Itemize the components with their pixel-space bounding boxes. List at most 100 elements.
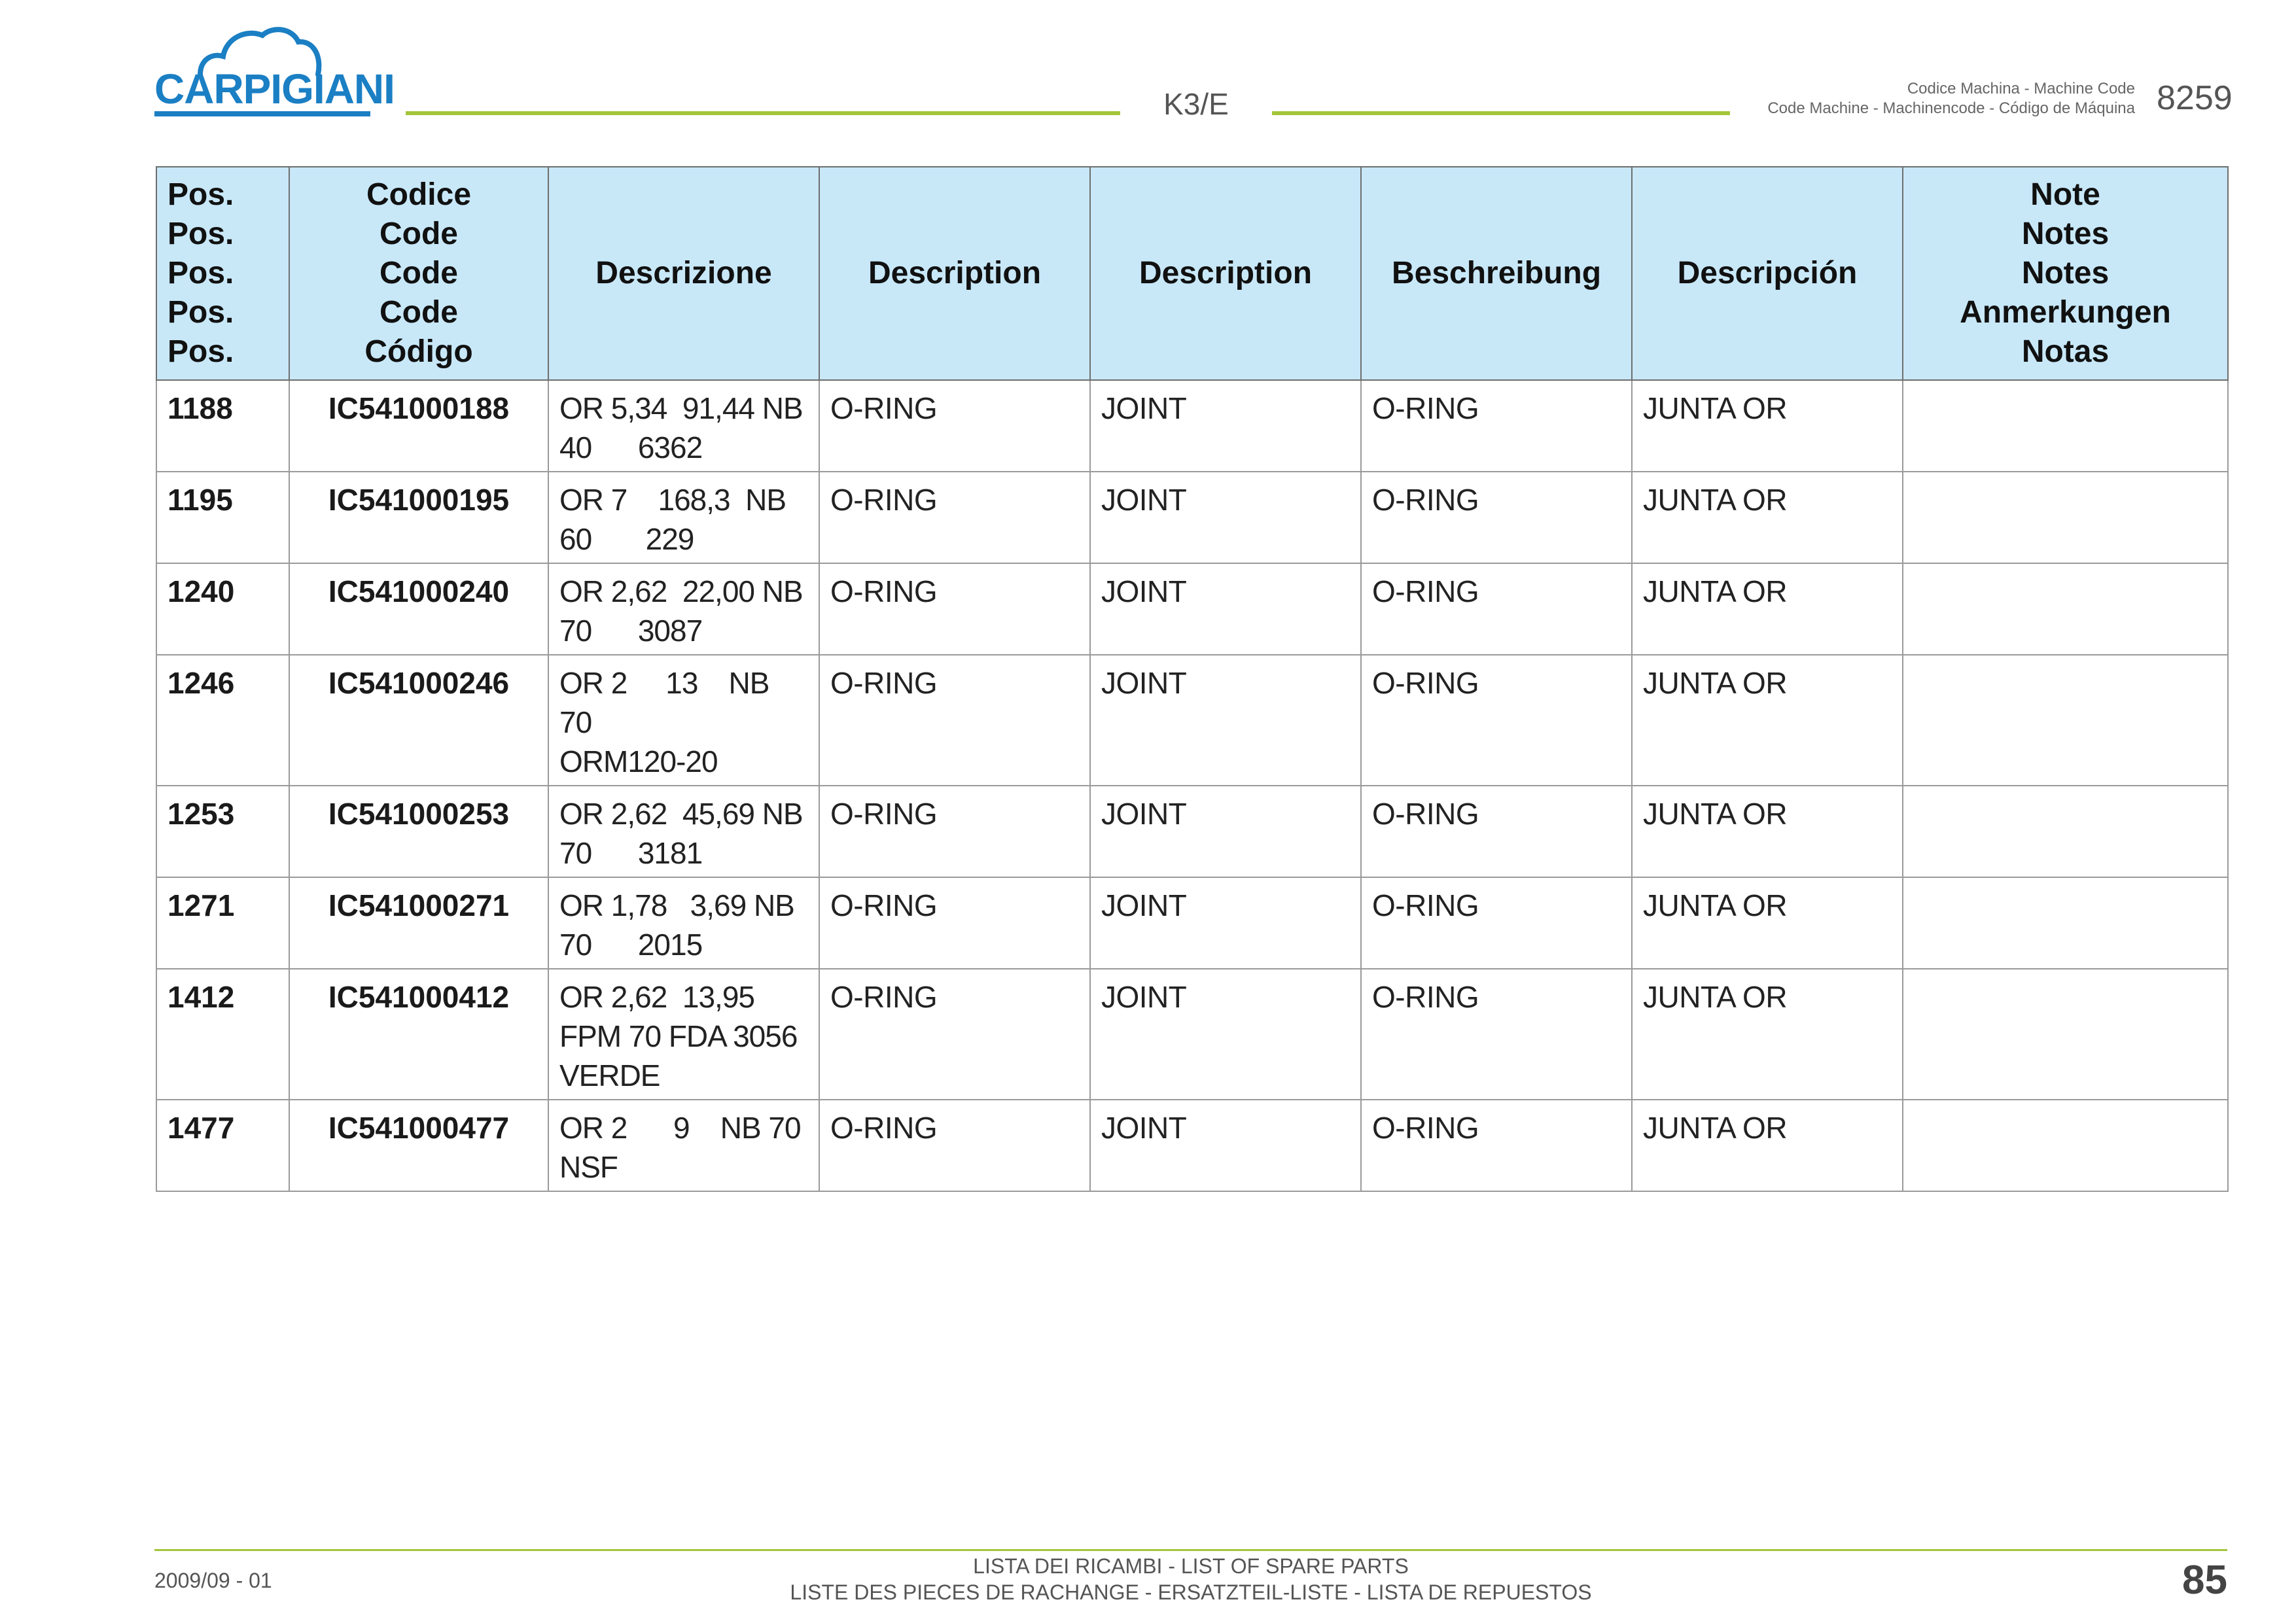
cell-descripcion: JUNTA OR [1631,654,1903,786]
model-name: K3/E [1163,87,1229,121]
header-code: Codice Code Code Code Código [289,166,549,381]
cell-pos: 1188 [156,379,290,472]
header-pos: Pos. Pos. Pos. Pos. Pos. [156,166,290,381]
cell-descripcion: JUNTA OR [1631,379,1903,472]
header-line: Descripción [1677,256,1858,290]
header-line: Code [380,256,458,290]
cell-description-en: O-RING [819,877,1091,969]
table-row: 1195 IC541000195 OR 7 168,3 NB 60 229 O-RIN… [156,471,2229,564]
cell-pos: 1271 [156,877,290,969]
cell-description-en: O-RING [819,379,1091,472]
cell-descrizione: OR 7 168,3 NB 60 229 [548,471,820,564]
cell-note [1902,471,2229,564]
header-line: Description [868,256,1042,290]
header-description-fr: Description [1089,166,1362,381]
footer-title-1: LISTA DEI RICAMBI - LIST OF SPARE PARTS [973,1554,1409,1578]
cell-descrizione: OR 2,62 22,00 NB 70 3087 [548,563,820,655]
table-header-row: Pos. Pos. Pos. Pos. Pos. Codice Code Code Code C… [156,166,2229,381]
cell-note [1902,785,2229,878]
cell-code: IC541000477 [289,1099,549,1192]
cell-note [1902,654,2229,786]
header-beschreibung: Beschreibung [1360,166,1633,381]
table-row: 1253 IC541000253 OR 2,62 45,69 NB 70 3181 O… [156,785,2229,878]
cell-descripcion: JUNTA OR [1631,563,1903,655]
cell-descrizione: OR 2 13 NB 70 ORM120-20 [548,654,820,786]
header-line: Notes [2021,217,2110,251]
carpigiani-logo: CARPIGIANI [154,24,395,122]
cell-description-en: O-RING [819,968,1091,1100]
header-description-en: Description [819,166,1091,381]
cell-descripcion: JUNTA OR [1631,968,1903,1100]
machine-code-label-2: Code Machine - Machinencode - Código de … [1767,99,2135,117]
cell-beschreibung: O-RING [1360,563,1633,655]
header-line: Pos. [168,295,234,330]
cell-beschreibung: O-RING [1360,471,1633,564]
cell-description-fr: JOINT [1089,654,1362,786]
cell-beschreibung: O-RING [1360,379,1633,472]
page-number: 85 [2182,1558,2227,1603]
header-note: Note Notes Notes Anmerkungen Notas [1902,166,2229,381]
cell-beschreibung: O-RING [1360,654,1633,786]
cell-description-en: O-RING [819,785,1091,878]
header-line: Pos. [168,217,234,251]
cell-pos: 1253 [156,785,290,878]
cell-pos: 1412 [156,968,290,1100]
table-row: 1188 IC541000188 OR 5,34 91,44 NB 40 6362 O… [156,379,2229,472]
header-descrizione: Descrizione [548,166,820,381]
table-row: 1412 IC541000412 OR 2,62 13,95 FPM 70 FDA … [156,968,2229,1100]
cell-description-fr: JOINT [1089,563,1362,655]
header-line: Descrizione [595,256,772,290]
cell-descripcion: JUNTA OR [1631,785,1903,878]
cell-description-en: O-RING [819,563,1091,655]
machine-code-label-1: Codice Machina - Machine Code [1907,80,2135,97]
header-line: Anmerkungen [1960,295,2171,330]
header-line: Note [2030,177,2100,212]
cell-descrizione: OR 2,62 13,95 FPM 70 FDA 3056 VERDE [548,968,820,1100]
header-line: Notes [2021,256,2110,290]
brand-name: CARPIGIANI [154,65,395,113]
cell-description-fr: JOINT [1089,877,1362,969]
cell-descrizione: OR 2 9 NB 70 NSF [548,1099,820,1192]
spare-parts-table: Pos. Pos. Pos. Pos. Pos. Codice Code Code Code C… [156,166,2229,1192]
header-line: Código [364,334,473,369]
cell-code: IC541000253 [289,785,549,878]
cell-description-en: O-RING [819,1099,1091,1192]
footer-divider [154,1549,2227,1551]
cell-code: IC541000271 [289,877,549,969]
cell-beschreibung: O-RING [1360,968,1633,1100]
footer-date: 2009/09 - 01 [154,1569,272,1592]
table-row: 1240 IC541000240 OR 2,62 22,00 NB 70 3087 O… [156,563,2229,655]
cell-descripcion: JUNTA OR [1631,877,1903,969]
header-line: Beschreibung [1391,256,1602,290]
cell-description-fr: JOINT [1089,471,1362,564]
logo-underline [154,111,370,116]
table-row: 1477 IC541000477 OR 2 9 NB 70 NSF O-RING JOI… [156,1099,2229,1192]
cell-description-fr: JOINT [1089,785,1362,878]
cell-descripcion: JUNTA OR [1631,471,1903,564]
cell-note [1902,563,2229,655]
machine-code: 8259 [2157,79,2233,117]
header-descripcion: Descripción [1631,166,1903,381]
cell-code: IC541000195 [289,471,549,564]
cell-note [1902,1099,2229,1192]
cell-beschreibung: O-RING [1360,1099,1633,1192]
header-line: Pos. [168,334,234,369]
cell-code: IC541000246 [289,654,549,786]
header-line: Code [380,217,458,251]
cell-description-fr: JOINT [1089,379,1362,472]
cell-descrizione: OR 5,34 91,44 NB 40 6362 [548,379,820,472]
cell-code: IC541000240 [289,563,549,655]
table-row: 1271 IC541000271 OR 1,78 3,69 NB 70 2015 O-… [156,877,2229,969]
cell-beschreibung: O-RING [1360,877,1633,969]
cell-note [1902,379,2229,472]
cell-code: IC541000412 [289,968,549,1100]
cell-descripcion: JUNTA OR [1631,1099,1903,1192]
cell-description-en: O-RING [819,471,1091,564]
cell-pos: 1240 [156,563,290,655]
header-line: Description [1139,256,1313,290]
cell-note [1902,877,2229,969]
cell-code: IC541000188 [289,379,549,472]
cell-descrizione: OR 2,62 45,69 NB 70 3181 [548,785,820,878]
cell-description-fr: JOINT [1089,1099,1362,1192]
header-line: Code [380,295,458,330]
